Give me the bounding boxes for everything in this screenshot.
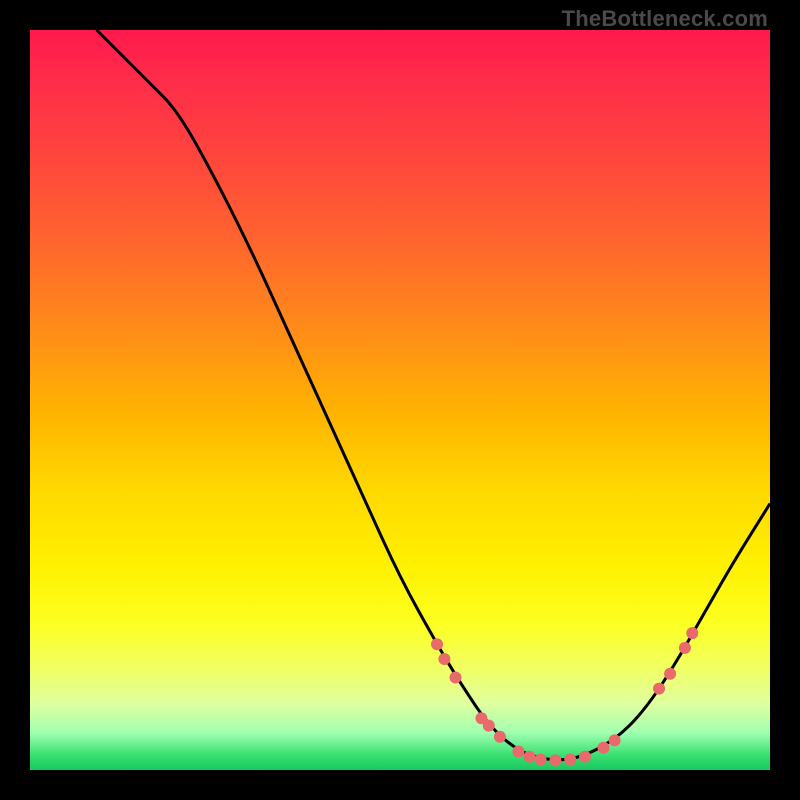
data-marker — [598, 742, 610, 754]
plot-area — [30, 30, 770, 770]
data-marker — [512, 746, 524, 758]
watermark-text: TheBottleneck.com — [562, 6, 768, 32]
chart-canvas: TheBottleneck.com — [0, 0, 800, 800]
data-marker — [653, 683, 665, 695]
data-marker — [564, 754, 576, 766]
data-marker — [494, 731, 506, 743]
data-marker — [438, 653, 450, 665]
data-marker — [686, 627, 698, 639]
data-marker — [483, 720, 495, 732]
data-marker — [609, 734, 621, 746]
curve-line — [97, 30, 770, 760]
data-marker — [431, 638, 443, 650]
data-marker — [524, 751, 536, 763]
bottleneck-curve — [30, 30, 770, 770]
data-marker — [450, 672, 462, 684]
data-marker — [535, 754, 547, 766]
data-marker — [549, 754, 561, 766]
data-marker — [679, 642, 691, 654]
data-marker — [664, 668, 676, 680]
data-marker — [579, 751, 591, 763]
